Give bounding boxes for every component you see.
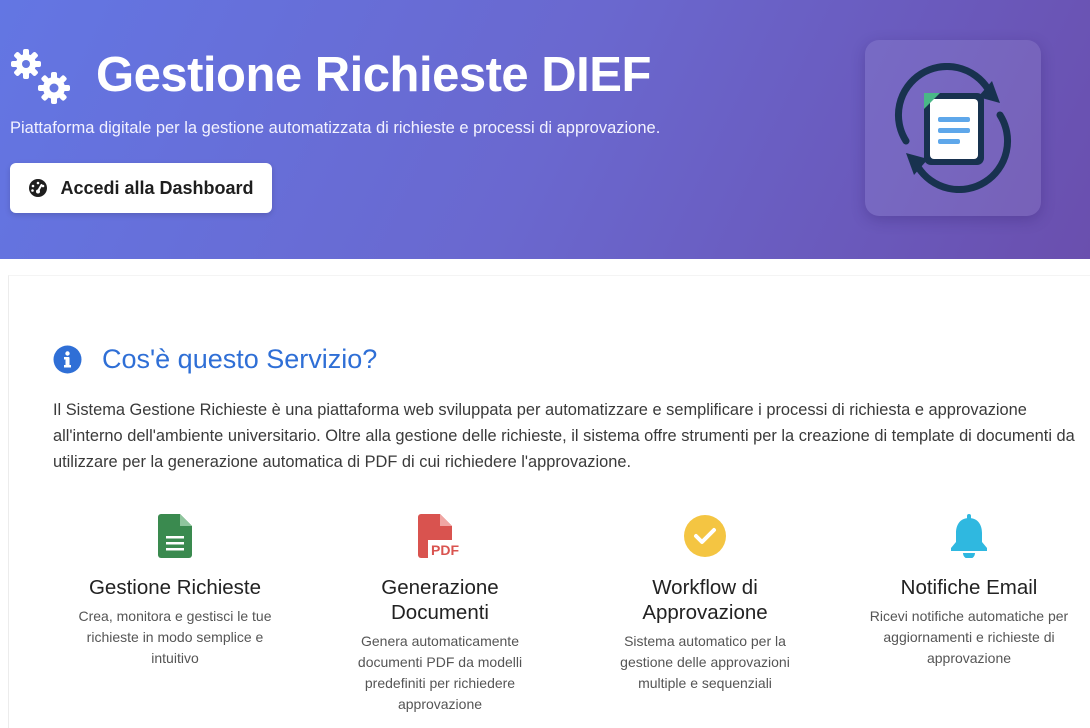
hero-title-row: Gestione Richieste DIEF: [8, 40, 651, 110]
feature-gestione-richieste: Gestione Richieste Crea, monitora e gest…: [75, 514, 275, 669]
feature-title: Generazione Documenti: [381, 576, 499, 624]
tachometer-icon: [29, 179, 48, 197]
feature-title: Gestione Richieste: [88, 576, 262, 599]
file-pdf-icon: PDF: [418, 514, 462, 558]
check-circle-icon: [684, 515, 726, 557]
feature-description: Ricevi notifiche automatiche per aggiorn…: [869, 608, 1069, 666]
feature-title: Notifiche Email: [900, 576, 1038, 599]
feature-workflow-approvazione: Workflow di Approvazione Sistema automat…: [605, 514, 805, 694]
feature-description: Crea, monitora e gestisci le tue richies…: [78, 608, 272, 666]
about-heading: Cos'è questo Servizio?: [53, 344, 377, 375]
file-text-icon: [158, 514, 192, 558]
about-description: Il Sistema Gestione Richieste è una piat…: [53, 401, 1075, 471]
hero-banner: Gestione Richieste DIEF Piattaforma digi…: [0, 0, 1090, 259]
dashboard-button-label: Accedi alla Dashboard: [60, 177, 254, 198]
about-section: Cos'è questo Servizio? Il Sistema Gestio…: [8, 275, 1090, 728]
gears-icon: [8, 42, 74, 108]
info-circle-icon: [53, 345, 82, 374]
hero-title: Gestione Richieste DIEF: [96, 48, 651, 102]
dashboard-button[interactable]: Accedi alla Dashboard: [10, 163, 272, 213]
hero-subtitle: Piattaforma digitale per la gestione aut…: [10, 119, 661, 137]
feature-generazione-documenti: PDF Generazione Documenti Genera automat…: [340, 514, 540, 715]
svg-text:PDF: PDF: [431, 542, 459, 558]
bell-icon: [951, 514, 987, 558]
about-title: Cos'è questo Servizio?: [102, 344, 378, 374]
document-sync-illustration: [865, 40, 1041, 216]
feature-title: Workflow di Approvazione: [642, 576, 768, 624]
feature-notifiche-email: Notifiche Email Ricevi notifiche automat…: [869, 514, 1069, 669]
feature-description: Genera automaticamente documenti PDF da …: [357, 633, 523, 712]
document-sync-icon: [894, 63, 1012, 193]
feature-description: Sistema automatico per la gestione delle…: [620, 633, 790, 691]
